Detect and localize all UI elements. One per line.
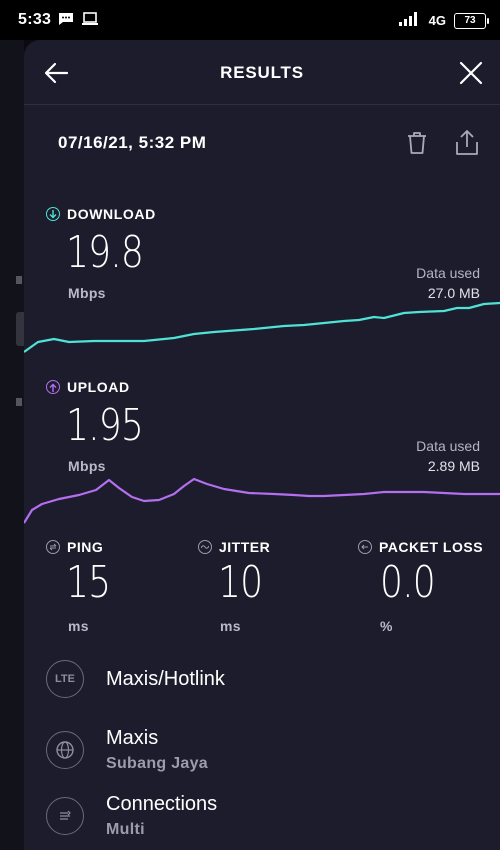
upload-value: 1.95 bbox=[66, 400, 144, 451]
provider-name: Maxis/Hotlink bbox=[106, 667, 225, 690]
jitter-label: JITTER bbox=[219, 539, 271, 555]
network-type: 4G bbox=[428, 13, 446, 28]
upload-arrow-icon bbox=[46, 380, 60, 394]
ping-unit: ms bbox=[68, 618, 89, 634]
battery-icon: 73 bbox=[454, 12, 489, 29]
upload-label-text: UPLOAD bbox=[67, 379, 130, 395]
connections-label: Connections bbox=[106, 793, 218, 815]
jitter-value: 10 bbox=[218, 557, 263, 608]
trash-icon[interactable] bbox=[404, 130, 430, 156]
lte-icon: LTE bbox=[46, 660, 84, 698]
packet-loss-value: 0.0 bbox=[380, 557, 436, 608]
download-arrow-icon bbox=[46, 207, 60, 221]
upload-graph bbox=[24, 477, 500, 524]
server-name: Maxis bbox=[106, 727, 159, 749]
download-data-used-label: Data used bbox=[416, 265, 480, 281]
download-graph bbox=[24, 301, 500, 353]
packet-loss-unit: % bbox=[380, 618, 393, 634]
result-datetime: 07/16/21, 5:32 PM bbox=[58, 133, 207, 152]
background-screen bbox=[0, 40, 26, 850]
connections-icon bbox=[46, 797, 84, 835]
upload-label: UPLOAD bbox=[46, 379, 130, 395]
provider-row: LTE Maxis/Hotlink bbox=[46, 660, 225, 698]
results-panel: RESULTS 07/16/21, 5:32 PM DOWNLOAD 19.8 … bbox=[24, 40, 500, 850]
ping-icon bbox=[46, 540, 60, 554]
header: RESULTS bbox=[24, 40, 500, 105]
upload-data-used-label: Data used bbox=[416, 438, 480, 454]
connections-mode: Multi bbox=[106, 821, 145, 838]
packet-loss-metric: PACKET LOSS bbox=[358, 539, 483, 555]
battery-level: 73 bbox=[464, 14, 476, 26]
globe-icon bbox=[46, 731, 84, 769]
jitter-unit: ms bbox=[220, 618, 241, 634]
status-time: 5:33 bbox=[18, 11, 52, 28]
share-icon[interactable] bbox=[454, 129, 480, 157]
download-label: DOWNLOAD bbox=[46, 206, 156, 222]
ping-label: PING bbox=[67, 539, 104, 555]
jitter-metric: JITTER bbox=[198, 539, 270, 555]
packet-loss-icon bbox=[358, 540, 372, 554]
download-label-text: DOWNLOAD bbox=[67, 206, 156, 222]
jitter-icon bbox=[198, 540, 212, 554]
ping-metric: PING bbox=[46, 539, 103, 555]
screen-icon bbox=[82, 12, 98, 31]
connections-row: Connections Multi bbox=[46, 793, 217, 839]
status-bar: 5:33 4G 73 bbox=[0, 0, 500, 40]
message-icon bbox=[58, 12, 74, 31]
page-title: RESULTS bbox=[220, 63, 304, 82]
server-location: Subang Jaya bbox=[106, 755, 209, 772]
ping-value: 15 bbox=[66, 557, 111, 608]
signal-icon bbox=[398, 12, 421, 29]
server-row: Maxis Subang Jaya bbox=[46, 727, 208, 773]
download-value: 19.8 bbox=[66, 227, 144, 278]
packet-loss-label: PACKET LOSS bbox=[379, 539, 484, 555]
lte-icon-text: LTE bbox=[55, 673, 75, 685]
close-icon[interactable] bbox=[454, 56, 488, 90]
